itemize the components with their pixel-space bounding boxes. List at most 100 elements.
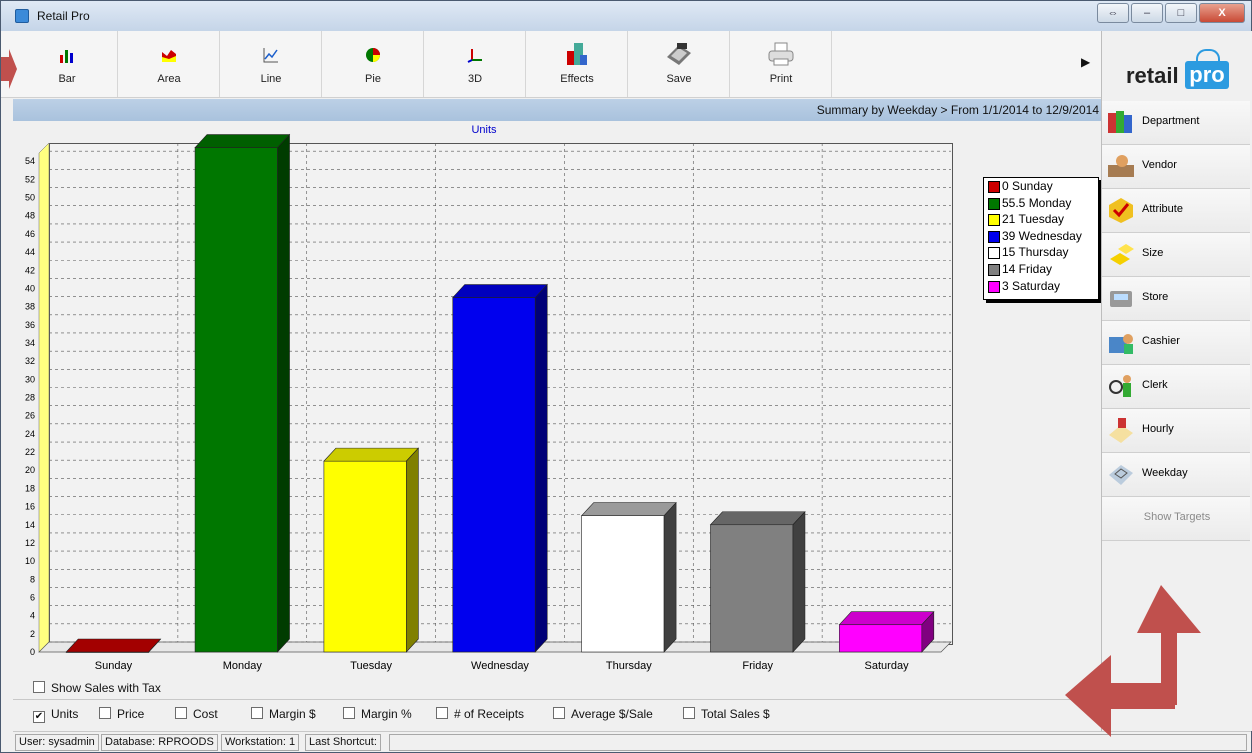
- legend-swatch: [988, 263, 1000, 276]
- y-tick-label: 36: [25, 320, 35, 330]
- sidebar-item-hourly[interactable]: Hourly: [1102, 409, 1250, 453]
- clerk-icon: [1106, 371, 1136, 401]
- x-tick-label: Sunday: [95, 660, 133, 672]
- sidebar-item-department[interactable]: Department: [1102, 101, 1250, 145]
- show-targets-button[interactable]: Show Targets: [1102, 497, 1250, 541]
- legend-swatch: [988, 247, 1000, 260]
- metric-options: ✔ Units Price Cost Margin $ Margin % # of…: [13, 701, 1101, 729]
- close-button[interactable]: X: [1199, 3, 1245, 23]
- legend-swatch: [988, 280, 1000, 293]
- bar-top: [65, 638, 162, 653]
- bar-top: [194, 134, 291, 148]
- legend-swatch: [988, 181, 1000, 193]
- department-icon: [1106, 107, 1136, 137]
- minimize-button[interactable]: –: [1131, 3, 1163, 23]
- store-icon: [1106, 283, 1136, 313]
- y-tick-label: 0: [30, 647, 35, 657]
- checkbox-box[interactable]: [251, 707, 263, 719]
- sidebar-item-clerk[interactable]: Clerk: [1102, 365, 1250, 409]
- receipts-checkbox[interactable]: # of Receipts: [436, 707, 524, 721]
- legend-swatch: [988, 197, 1000, 210]
- app-window: Retail Pro ⇔ – □ X Bar Area Line Pie 3D …: [0, 0, 1252, 753]
- legend-swatch: [988, 214, 1000, 227]
- y-tick-label: 4: [30, 611, 35, 621]
- bar: [323, 460, 407, 653]
- bar-top: [580, 502, 677, 516]
- margin-percent-checkbox[interactable]: Margin %: [343, 707, 412, 721]
- y-tick-label: 50: [25, 193, 35, 203]
- status-user: User: sysadmin: [15, 734, 99, 751]
- y-tick-label: 12: [25, 538, 35, 548]
- y-tick-label: 46: [25, 229, 35, 239]
- price-checkbox[interactable]: Price: [99, 707, 144, 721]
- margin-dollar-checkbox[interactable]: Margin $: [251, 707, 316, 721]
- checkbox-box[interactable]: [436, 707, 448, 719]
- bar: [581, 515, 665, 653]
- checkbox-box[interactable]: [33, 681, 45, 693]
- cashier-icon: [1106, 327, 1136, 357]
- sidebar-item-weekday[interactable]: Weekday: [1102, 453, 1250, 497]
- y-tick-label: 22: [25, 447, 35, 457]
- y-tick-label: 54: [25, 156, 35, 166]
- bar-top: [838, 611, 935, 626]
- status-workstation: Workstation: 1: [221, 734, 300, 751]
- checkbox-box[interactable]: [175, 707, 187, 719]
- vendor-icon: [1106, 151, 1136, 181]
- status-last-shortcut: Last Shortcut:: [305, 734, 381, 751]
- y-tick-label: 42: [25, 265, 35, 275]
- report-sidebar: retail pro Department Vendor Attribute S…: [1101, 31, 1252, 731]
- bar-side: [277, 133, 290, 653]
- checkbox-box[interactable]: [343, 707, 355, 719]
- y-tick-label: 34: [25, 338, 35, 348]
- sidebar-item-store[interactable]: Store: [1102, 277, 1250, 321]
- total-sales-checkbox[interactable]: Total Sales $: [683, 707, 770, 721]
- y-tick-label: 32: [25, 356, 35, 366]
- legend-item: 3 Saturday: [984, 278, 1098, 295]
- chart-legend: 0 Sunday 55.5 Monday 21 Tuesday 39 Wedne…: [983, 177, 1099, 300]
- legend-item: 21 Tuesday: [984, 211, 1098, 228]
- sidebar-item-cashier[interactable]: Cashier: [1102, 321, 1250, 365]
- checkbox-box[interactable]: [553, 707, 565, 719]
- sidebar-item-size[interactable]: Size: [1102, 233, 1250, 277]
- bar-side: [792, 510, 806, 653]
- weekday-icon: [1106, 459, 1136, 489]
- bar: [452, 297, 536, 653]
- y-tick-label: 52: [25, 174, 35, 184]
- x-tick-label: Wednesday: [471, 660, 529, 672]
- bar-top: [452, 284, 548, 298]
- attribute-icon: [1106, 195, 1136, 225]
- legend-item: 15 Thursday: [984, 244, 1098, 261]
- restore-size-button[interactable]: ⇔: [1097, 3, 1129, 23]
- checkbox-box[interactable]: ✔: [33, 711, 45, 723]
- average-sale-checkbox[interactable]: Average $/Sale: [553, 707, 653, 721]
- legend-item: 55.5 Monday: [984, 195, 1098, 212]
- y-tick-label: 38: [25, 302, 35, 312]
- units-bar-chart: Units 0246810121416182022242628303234363…: [25, 124, 952, 672]
- status-bar: User: sysadmin Database: RPROODS Worksta…: [13, 731, 1251, 752]
- sidebar-item-attribute[interactable]: Attribute: [1102, 189, 1250, 233]
- x-tick-label: Friday: [742, 660, 773, 672]
- units-checkbox[interactable]: ✔ Units: [33, 707, 78, 723]
- chart-side-wall: [38, 142, 50, 653]
- bar: [839, 624, 923, 653]
- legend-item: 39 Wednesday: [984, 228, 1098, 245]
- y-tick-label: 24: [25, 429, 35, 439]
- y-tick-label: 2: [30, 629, 35, 639]
- y-tick-label: 10: [25, 556, 35, 566]
- y-tick-label: 6: [30, 592, 35, 602]
- checkbox-box[interactable]: [99, 707, 111, 719]
- maximize-button[interactable]: □: [1165, 3, 1197, 23]
- checkbox-box[interactable]: [683, 707, 695, 719]
- show-sales-with-tax-checkbox[interactable]: Show Sales with Tax: [33, 681, 161, 695]
- sidebar-item-vendor[interactable]: Vendor: [1102, 145, 1250, 189]
- y-tick-label: 30: [25, 374, 35, 384]
- x-tick-label: Monday: [223, 660, 263, 672]
- bar-top: [709, 511, 806, 526]
- y-tick-label: 20: [25, 465, 35, 475]
- status-database: Database: RPROODS: [101, 734, 218, 751]
- x-tick-label: Thursday: [606, 660, 652, 672]
- y-tick-label: 48: [25, 211, 35, 221]
- cost-checkbox[interactable]: Cost: [175, 707, 218, 721]
- y-tick-label: 18: [25, 483, 35, 493]
- y-tick-label: 26: [25, 411, 35, 421]
